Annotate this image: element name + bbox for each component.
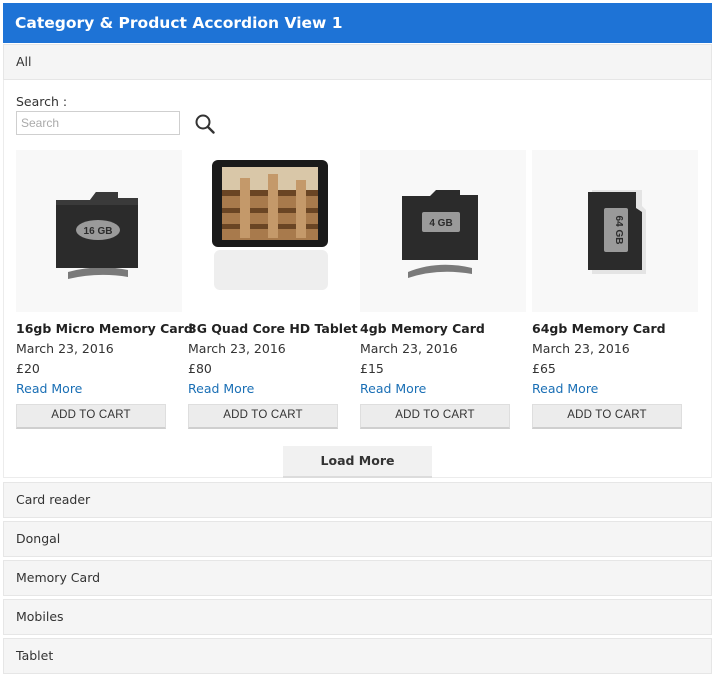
search-input[interactable] [16,111,180,135]
accordion-item-all[interactable]: All [3,44,712,80]
product-price: £65 [532,361,556,376]
product-name[interactable]: 4gb Memory Card [360,321,485,336]
page: Category & Product Accordion View 1 All … [0,0,716,677]
product-date: March 23, 2016 [188,341,286,356]
product-name[interactable]: 16gb Micro Memory Card [16,321,193,336]
read-more-link[interactable]: Read More [360,381,426,396]
product-price: £20 [16,361,40,376]
product-date: March 23, 2016 [360,341,458,356]
svg-text:64 GB: 64 GB [613,216,624,245]
accordion-item-dongal[interactable]: Dongal [3,521,712,557]
search-label: Search : [16,94,68,109]
add-to-cart-button[interactable]: ADD TO CART [532,404,682,429]
accordion-item-mobiles[interactable]: Mobiles [3,599,712,635]
svg-text:4 GB: 4 GB [429,218,452,229]
product-name[interactable]: 3G Quad Core HD Tablet [188,321,358,336]
product-price: £15 [360,361,384,376]
product-image[interactable]: 16 GB [16,150,182,312]
search-icon[interactable] [193,112,217,136]
product-name[interactable]: 64gb Memory Card [532,321,666,336]
page-title: Category & Product Accordion View 1 [3,3,712,43]
product-image[interactable]: 64 GB [532,150,698,312]
product-image[interactable] [188,150,354,312]
product-image[interactable]: 4 GB [360,150,526,312]
accordion-item-card-reader[interactable]: Card reader [3,482,712,518]
read-more-link[interactable]: Read More [188,381,254,396]
accordion-item-tablet[interactable]: Tablet [3,638,712,674]
read-more-link[interactable]: Read More [16,381,82,396]
add-to-cart-button[interactable]: ADD TO CART [188,404,338,429]
read-more-link[interactable]: Read More [532,381,598,396]
add-to-cart-button[interactable]: ADD TO CART [16,404,166,429]
product-price: £80 [188,361,212,376]
product-date: March 23, 2016 [16,341,114,356]
load-more-button[interactable]: Load More [283,446,432,478]
svg-text:16 GB: 16 GB [84,226,113,237]
product-date: March 23, 2016 [532,341,630,356]
accordion-item-memory-card[interactable]: Memory Card [3,560,712,596]
add-to-cart-button[interactable]: ADD TO CART [360,404,510,429]
